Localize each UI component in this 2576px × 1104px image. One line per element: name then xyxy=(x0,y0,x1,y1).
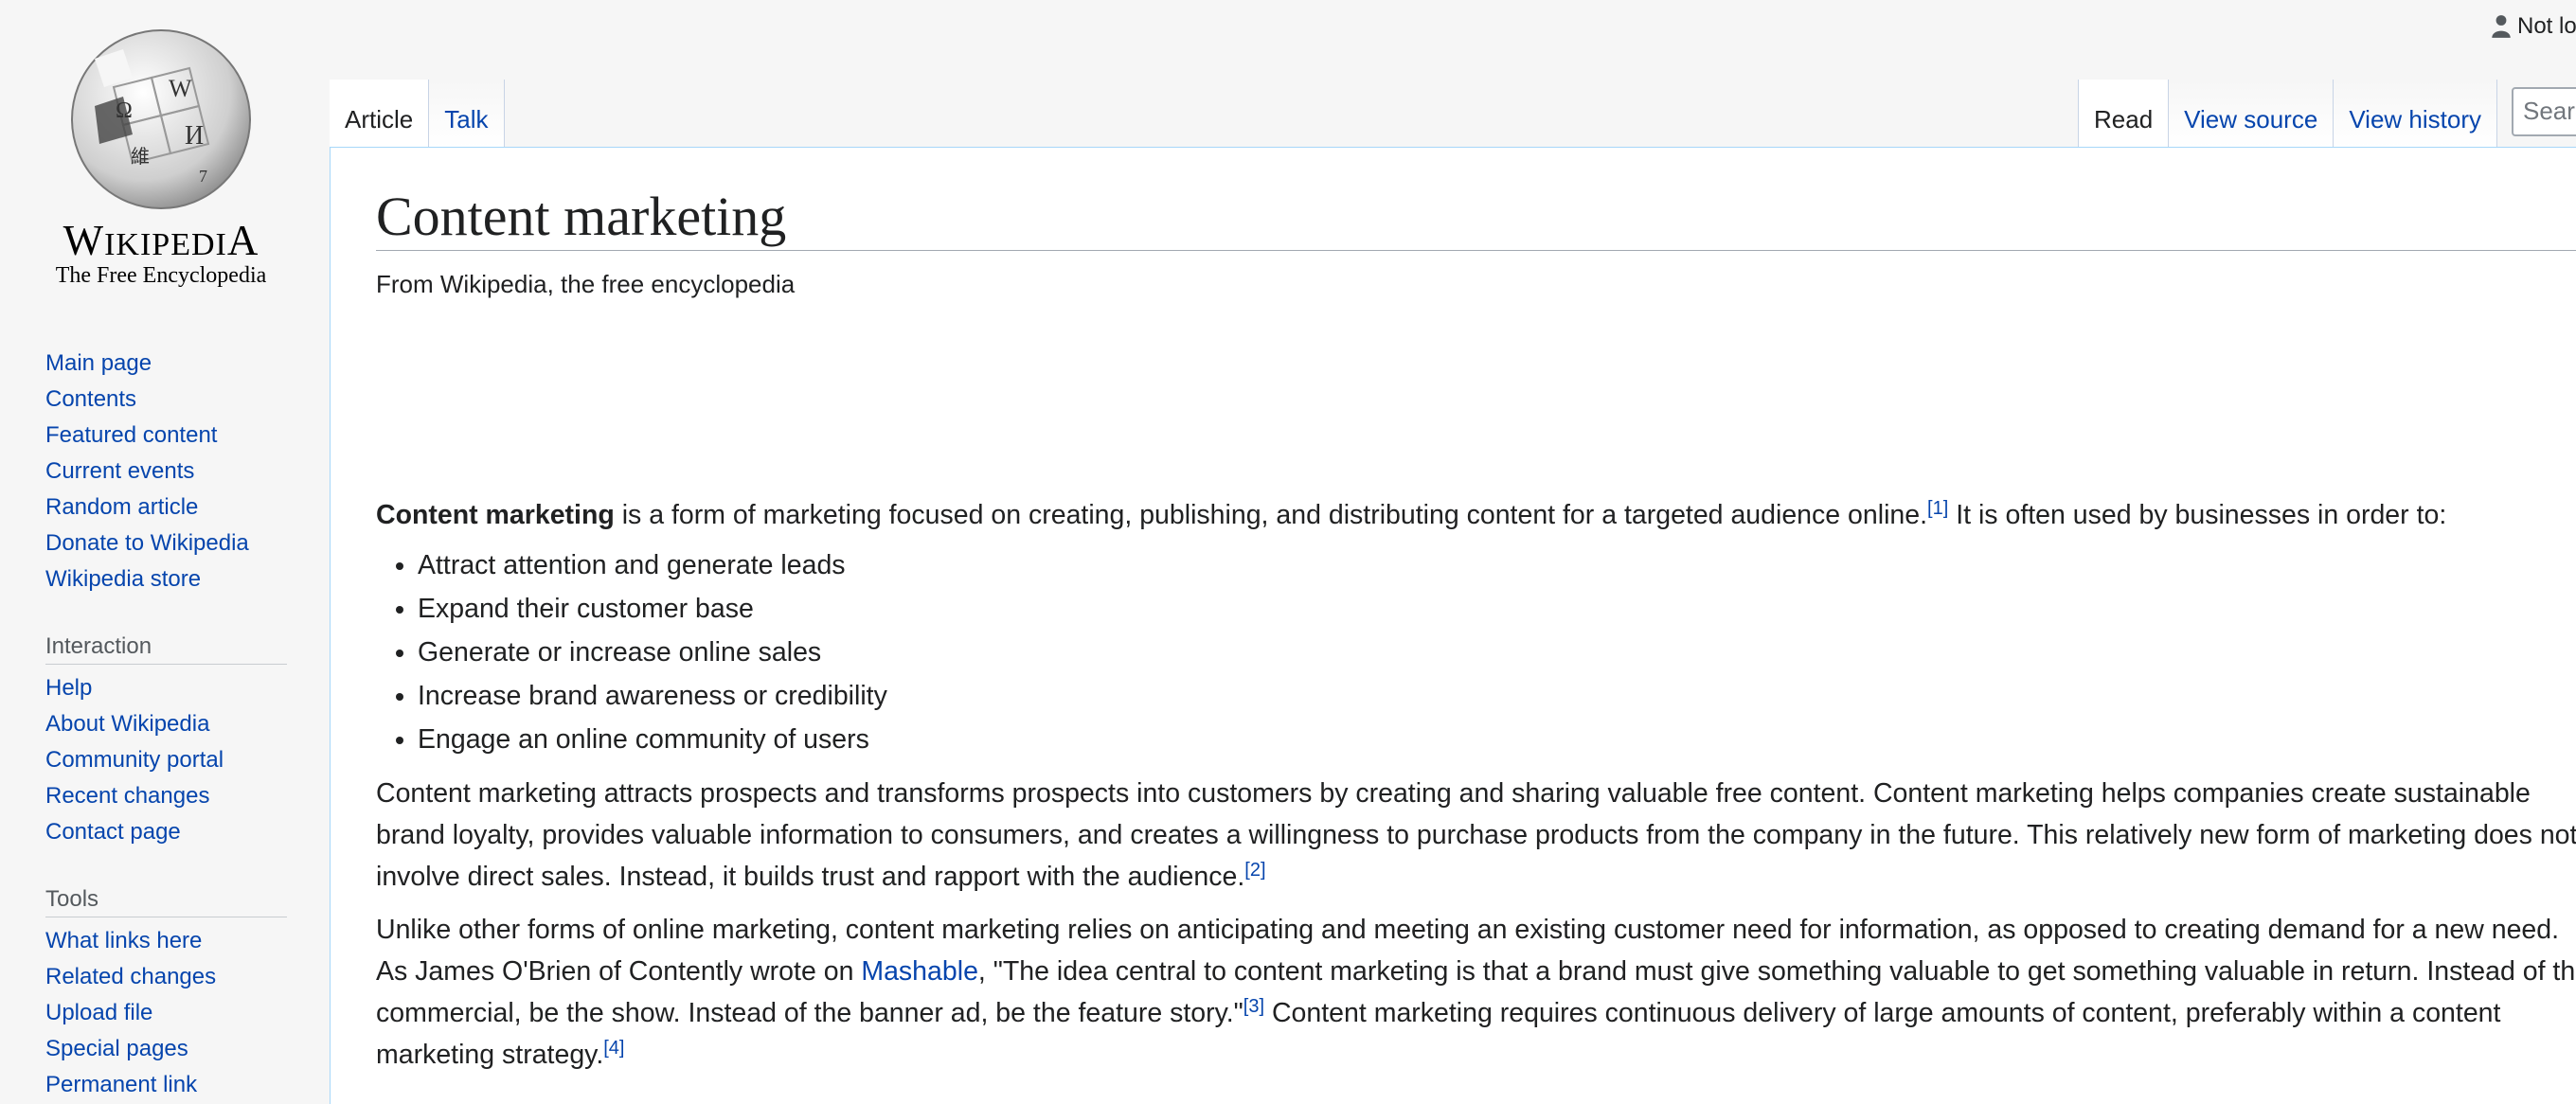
svg-text:維: 維 xyxy=(131,146,150,168)
benefits-list: Attract attention and generate leads Exp… xyxy=(376,543,2576,761)
reference-4[interactable]: [4] xyxy=(603,1038,624,1059)
paragraph-2: Content marketing attracts prospects and… xyxy=(376,773,2576,898)
view-tabs: Read View source View history xyxy=(2078,80,2497,148)
main-content: Content marketing From Wikipedia, the fr… xyxy=(330,148,2576,1104)
mashable-link[interactable]: Mashable xyxy=(861,956,978,987)
user-icon xyxy=(2492,15,2511,38)
sidebar-item-contact-page[interactable]: Contact page xyxy=(45,814,292,850)
wikipedia-logo[interactable]: Ω W И 維 7 WIKIPEDIA The Free Encyclopedi… xyxy=(38,21,284,295)
sidebar: Main page Contents Featured content Curr… xyxy=(45,346,292,1103)
sidebar-item-donate[interactable]: Donate to Wikipedia xyxy=(45,525,292,561)
svg-text:7: 7 xyxy=(199,167,207,186)
sidebar-item-featured-content[interactable]: Featured content xyxy=(45,418,292,454)
list-item: Engage an online community of users xyxy=(418,718,2576,761)
tabs-border xyxy=(330,147,2576,148)
sidebar-item-random-article[interactable]: Random article xyxy=(45,490,292,525)
list-item: Attract attention and generate leads xyxy=(418,543,2576,587)
reference-3[interactable]: [3] xyxy=(1243,996,1264,1017)
sidebar-interaction: Help About Wikipedia Community portal Re… xyxy=(45,670,292,850)
sidebar-item-current-events[interactable]: Current events xyxy=(45,454,292,490)
intro-text-2: It is often used by businesses in order … xyxy=(1948,500,2447,530)
tab-view-history[interactable]: View history xyxy=(2334,80,2497,148)
personal-tools: Not logged in xyxy=(2491,13,2576,40)
paragraph-2-text: Content marketing attracts prospects and… xyxy=(376,778,2576,892)
sidebar-tools: What links here Related changes Upload f… xyxy=(45,923,292,1103)
sidebar-item-related-changes[interactable]: Related changes xyxy=(45,959,292,995)
page-title: Content marketing xyxy=(376,187,2576,251)
namespace-tabs: Article Talk xyxy=(330,80,505,148)
paragraph-intro: Content marketing is a form of marketing… xyxy=(376,494,2576,536)
sidebar-item-permanent-link[interactable]: Permanent link xyxy=(45,1067,292,1103)
sidebar-item-special-pages[interactable]: Special pages xyxy=(45,1031,292,1067)
list-item: Expand their customer base xyxy=(418,587,2576,631)
intro-bold-term: Content marketing xyxy=(376,500,615,530)
reference-1[interactable]: [1] xyxy=(1927,498,1948,519)
list-item: Generate or increase online sales xyxy=(418,631,2576,674)
sidebar-item-about[interactable]: About Wikipedia xyxy=(45,706,292,742)
sidebar-item-what-links-here[interactable]: What links here xyxy=(45,923,292,959)
page-subtitle: From Wikipedia, the free encyclopedia xyxy=(376,270,796,298)
wikipedia-wordmark: WIKIPEDIA xyxy=(63,217,259,264)
svg-text:W: W xyxy=(169,75,192,102)
svg-text:Ω: Ω xyxy=(116,98,133,123)
tab-read[interactable]: Read xyxy=(2078,80,2170,148)
not-logged-in-text: Not logged in xyxy=(2517,13,2576,39)
sidebar-item-contents[interactable]: Contents xyxy=(45,382,292,418)
svg-text:И: И xyxy=(185,121,204,151)
tab-article[interactable]: Article xyxy=(330,80,430,148)
sidebar-item-help[interactable]: Help xyxy=(45,670,292,706)
wikipedia-globe-icon: Ω W И 維 7 xyxy=(71,29,251,209)
tab-view-source[interactable]: View source xyxy=(2169,80,2334,148)
sidebar-heading-tools: Tools xyxy=(45,886,287,917)
paragraph-3: Unlike other forms of online marketing, … xyxy=(376,909,2576,1076)
sidebar-item-upload-file[interactable]: Upload file xyxy=(45,995,292,1031)
sidebar-navigation: Main page Contents Featured content Curr… xyxy=(45,346,292,597)
search-input[interactable]: Search Wikipedia xyxy=(2512,87,2576,136)
sidebar-item-recent-changes[interactable]: Recent changes xyxy=(45,778,292,814)
sidebar-item-main-page[interactable]: Main page xyxy=(45,346,292,382)
reference-2[interactable]: [2] xyxy=(1244,860,1265,881)
sidebar-item-community-portal[interactable]: Community portal xyxy=(45,742,292,778)
tab-talk[interactable]: Talk xyxy=(429,80,505,148)
sidebar-heading-interaction: Interaction xyxy=(45,633,287,665)
sidebar-item-store[interactable]: Wikipedia store xyxy=(45,561,292,597)
intro-text: is a form of marketing focused on creati… xyxy=(614,500,1928,530)
wikipedia-tagline: The Free Encyclopedia xyxy=(55,263,267,288)
list-item: Increase brand awareness or credibility xyxy=(418,674,2576,718)
